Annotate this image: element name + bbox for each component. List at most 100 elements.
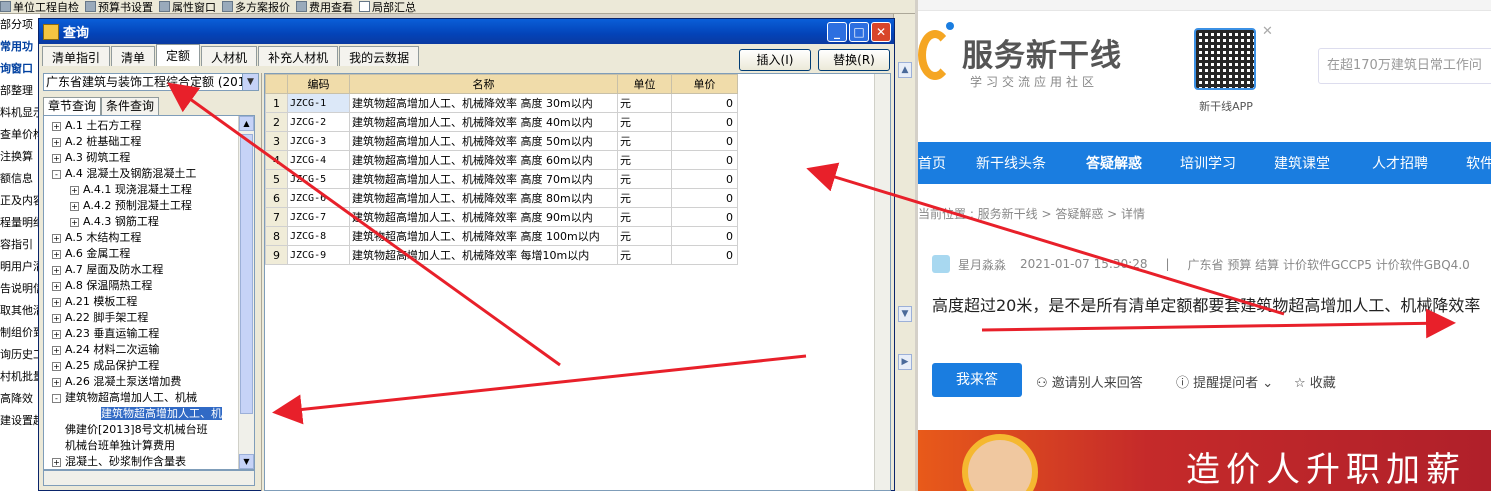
- tree-scrollbar[interactable]: ▲ ▼: [238, 116, 254, 469]
- left-panel-item[interactable]: 询窗口: [0, 58, 40, 80]
- cell-unit[interactable]: 元: [617, 131, 672, 151]
- replace-button[interactable]: 替换(R): [818, 49, 890, 71]
- promo-banner[interactable]: 造价人升职加薪: [918, 430, 1491, 491]
- expand-icon[interactable]: +: [52, 377, 61, 387]
- tree-node[interactable]: - 建筑物超高增加人工、机械: [44, 390, 254, 406]
- left-panel-item[interactable]: 高降效: [0, 388, 40, 410]
- left-panel-item[interactable]: 正及内容: [0, 190, 40, 212]
- expand-icon[interactable]: +: [52, 153, 61, 163]
- toolbar-item[interactable]: 预算书设置: [85, 0, 153, 13]
- expand-icon[interactable]: +: [52, 361, 61, 371]
- cell-unit[interactable]: 元: [617, 150, 672, 170]
- cell-price[interactable]: 0: [671, 188, 738, 208]
- collapse-icon[interactable]: -: [52, 393, 61, 403]
- tree-node[interactable]: + A.1 土石方工程: [44, 118, 254, 134]
- nav-item[interactable]: 人才招聘: [1372, 153, 1428, 173]
- expand-icon[interactable]: +: [70, 201, 79, 211]
- tab-materials[interactable]: 人材机: [201, 46, 258, 66]
- cell-price[interactable]: 0: [671, 245, 738, 265]
- row-number[interactable]: 7: [265, 207, 288, 227]
- tree-node[interactable]: 建筑物超高增加人工、机: [44, 406, 254, 422]
- scroll-down-icon[interactable]: ▼: [898, 306, 912, 322]
- cell-price[interactable]: 0: [671, 93, 738, 113]
- nav-item[interactable]: 新干线头条: [976, 153, 1046, 173]
- tree-node[interactable]: + A.24 材料二次运输: [44, 342, 254, 358]
- left-panel-item[interactable]: 额信息: [0, 168, 40, 190]
- tab-list-guide[interactable]: 清单指引: [42, 46, 111, 66]
- tree-node[interactable]: + A.4.2 预制混凝土工程: [44, 198, 254, 214]
- row-number[interactable]: 6: [265, 188, 288, 208]
- tab-chapter-query[interactable]: 章节查询: [43, 97, 102, 115]
- tab-cloud-data[interactable]: 我的云数据: [339, 46, 420, 66]
- expand-icon[interactable]: +: [70, 185, 79, 195]
- cell-price[interactable]: 0: [671, 169, 738, 189]
- table-row[interactable]: 1 JZCG-1 建筑物超高增加人工、机械降效率 高度 30m以内元 0: [265, 93, 738, 113]
- close-icon[interactable]: ✕: [1262, 24, 1273, 39]
- left-panel-item[interactable]: 询历史工: [0, 344, 40, 366]
- scroll-up-icon[interactable]: ▲: [898, 62, 912, 78]
- col-name[interactable]: 名称: [349, 74, 618, 94]
- cell-price[interactable]: 0: [671, 150, 738, 170]
- row-number[interactable]: 1: [265, 93, 288, 113]
- cell-code[interactable]: JZCG-7: [287, 207, 350, 227]
- minimize-button[interactable]: _: [827, 21, 847, 42]
- left-panel-item[interactable]: 查单价构: [0, 124, 40, 146]
- tree-node[interactable]: + A.25 成品保护工程: [44, 358, 254, 374]
- toolbar-item[interactable]: 属性窗口: [159, 0, 216, 13]
- cell-name[interactable]: 建筑物超高增加人工、机械降效率 高度 40m以内: [349, 112, 618, 132]
- cell-name[interactable]: 建筑物超高增加人工、机械降效率 高度 100m以内: [349, 226, 618, 246]
- scroll-right-icon[interactable]: ▶: [898, 354, 912, 370]
- expand-icon[interactable]: +: [52, 233, 61, 243]
- tab-condition-query[interactable]: 条件查询: [101, 97, 160, 115]
- left-panel-item[interactable]: 注换算: [0, 146, 40, 168]
- cell-name[interactable]: 建筑物超高增加人工、机械降效率 高度 60m以内: [349, 150, 618, 170]
- cell-price[interactable]: 0: [671, 112, 738, 132]
- table-row[interactable]: 7 JZCG-7 建筑物超高增加人工、机械降效率 高度 90m以内元 0: [265, 207, 738, 227]
- cell-unit[interactable]: 元: [617, 93, 672, 113]
- row-number[interactable]: 8: [265, 226, 288, 246]
- insert-button[interactable]: 插入(I): [739, 49, 811, 71]
- nav-item[interactable]: 答疑解惑: [1086, 153, 1142, 173]
- table-row[interactable]: 6 JZCG-6 建筑物超高增加人工、机械降效率 高度 80m以内元 0: [265, 188, 738, 208]
- table-row[interactable]: 8 JZCG-8 建筑物超高增加人工、机械降效率 高度 100m以内元 0: [265, 226, 738, 246]
- cell-price[interactable]: 0: [671, 207, 738, 227]
- norm-library-select[interactable]: 广东省建筑与装饰工程综合定额 (201 ▼: [43, 73, 259, 91]
- table-row[interactable]: 5 JZCG-5 建筑物超高增加人工、机械降效率 高度 70m以内元 0: [265, 169, 738, 189]
- expand-icon[interactable]: +: [52, 297, 61, 307]
- expand-icon[interactable]: +: [52, 265, 61, 275]
- chevron-down-icon[interactable]: ▼: [242, 74, 258, 90]
- tree-node[interactable]: + A.3 砌筑工程: [44, 150, 254, 166]
- left-panel-item[interactable]: 程量明细: [0, 212, 40, 234]
- tree-node[interactable]: - A.4 混凝土及钢筋混凝土工: [44, 166, 254, 182]
- collapse-icon[interactable]: -: [52, 169, 61, 179]
- expand-icon[interactable]: +: [52, 281, 61, 291]
- tree-node[interactable]: + A.4.1 现浇混凝土工程: [44, 182, 254, 198]
- grid-scrollbar[interactable]: [874, 74, 890, 490]
- tree-node[interactable]: + A.2 桩基础工程: [44, 134, 254, 150]
- left-panel-item[interactable]: 常用功: [0, 36, 40, 58]
- cell-code[interactable]: JZCG-9: [287, 245, 350, 265]
- tree-node[interactable]: 佛建价[2013]8号文机械台班: [44, 422, 254, 438]
- cell-code[interactable]: JZCG-4: [287, 150, 350, 170]
- cell-code[interactable]: JZCG-2: [287, 112, 350, 132]
- tree-node[interactable]: + A.4.3 钢筋工程: [44, 214, 254, 230]
- nav-item[interactable]: 首页: [918, 153, 946, 173]
- left-panel-item[interactable]: 明用户清: [0, 256, 40, 278]
- nav-item[interactable]: 建筑课堂: [1274, 153, 1330, 173]
- invite-button[interactable]: ⚇ 邀请别人来回答: [1036, 372, 1143, 391]
- answer-button[interactable]: 我来答: [932, 363, 1022, 397]
- expand-icon[interactable]: +: [52, 345, 61, 355]
- toolbar-item[interactable]: 单位工程自检: [0, 0, 79, 13]
- nav-item[interactable]: 培训学习: [1180, 153, 1236, 173]
- maximize-button[interactable]: □: [849, 21, 869, 42]
- col-code[interactable]: 编码: [287, 74, 350, 94]
- cell-code[interactable]: JZCG-3: [287, 131, 350, 151]
- close-button[interactable]: ✕: [871, 21, 891, 42]
- scroll-thumb[interactable]: [240, 134, 253, 414]
- nav-item[interactable]: 软件: [1466, 153, 1491, 173]
- tree-node[interactable]: + A.21 模板工程: [44, 294, 254, 310]
- tree-node[interactable]: + A.22 脚手架工程: [44, 310, 254, 326]
- author-name[interactable]: 星月淼淼: [958, 256, 1006, 273]
- expand-icon[interactable]: +: [52, 137, 61, 147]
- row-number[interactable]: 3: [265, 131, 288, 151]
